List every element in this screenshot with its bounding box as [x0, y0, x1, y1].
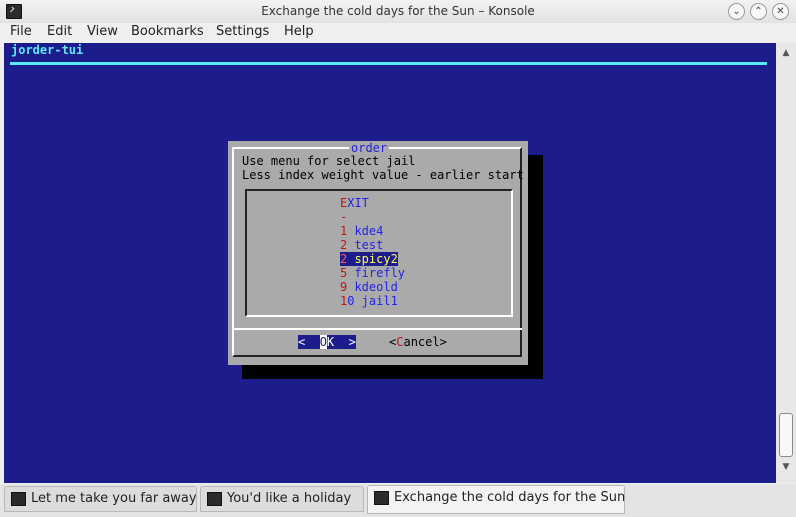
- terminal-scrollbar[interactable]: ▲ ▼: [776, 43, 796, 483]
- terminal-icon: [11, 492, 26, 506]
- menu-bookmarks[interactable]: Bookmarks: [131, 24, 204, 39]
- menu-item-test[interactable]: 2 test: [340, 238, 383, 252]
- menu-item-kde4[interactable]: 1 kde4: [340, 224, 383, 238]
- terminal-icon: [374, 491, 389, 505]
- menu-edit[interactable]: Edit: [47, 24, 72, 39]
- menu-view[interactable]: View: [87, 24, 118, 39]
- maximize-icon[interactable]: ⌃: [750, 3, 767, 20]
- menu-item-exit[interactable]: EXIT: [340, 196, 369, 210]
- window-title: Exchange the cold days for the Sun – Kon…: [261, 4, 535, 18]
- menu-help[interactable]: Help: [284, 24, 314, 39]
- minimize-icon[interactable]: ⌄: [728, 3, 745, 20]
- tab-session-3[interactable]: Exchange the cold days for the Sun: [367, 485, 625, 514]
- terminal-icon: [207, 492, 222, 506]
- ok-button[interactable]: < OK >: [298, 335, 356, 349]
- scroll-down-icon[interactable]: ▼: [780, 461, 792, 473]
- menu-settings[interactable]: Settings: [216, 24, 269, 39]
- dialog-text-line2: Less index weight value - earlier start: [242, 168, 524, 182]
- header-divider: [10, 62, 767, 65]
- terminal-header: jorder-tui: [11, 43, 84, 57]
- menu-bar: File Edit View Bookmarks Settings Help: [0, 23, 796, 43]
- dialog-text-line1: Use menu for select jail: [242, 154, 416, 168]
- close-icon[interactable]: ✕: [772, 3, 789, 20]
- scrollbar-thumb[interactable]: [779, 413, 793, 457]
- cancel-button[interactable]: <Cancel>: [389, 335, 447, 349]
- button-separator: [232, 328, 522, 330]
- window-titlebar: Exchange the cold days for the Sun – Kon…: [0, 0, 796, 23]
- terminal-area[interactable]: jorder-tui order Use menu for select jai…: [4, 43, 776, 483]
- menu-item-kdeold[interactable]: 9 kdeold: [340, 280, 398, 294]
- menu-item-separator[interactable]: -: [340, 210, 347, 224]
- scroll-up-icon[interactable]: ▲: [780, 47, 792, 59]
- menu-item-spicy2[interactable]: 2 spicy2: [340, 252, 398, 266]
- order-dialog: order Use menu for select jail Less inde…: [228, 141, 528, 365]
- jail-menu-list: EXIT - 1 kde4 2 test 2 spicy2 5 firefly …: [245, 189, 513, 317]
- tab-session-2[interactable]: You'd like a holiday: [200, 486, 364, 512]
- session-tab-bar: Let me take you far away You'd like a ho…: [0, 484, 796, 517]
- tab-session-1[interactable]: Let me take you far away: [4, 486, 197, 512]
- menu-item-firefly[interactable]: 5 firefly: [340, 266, 405, 280]
- dialog-title: order: [349, 141, 390, 155]
- menu-file[interactable]: File: [10, 24, 32, 39]
- menu-item-jail1[interactable]: 10 jail1: [340, 294, 398, 308]
